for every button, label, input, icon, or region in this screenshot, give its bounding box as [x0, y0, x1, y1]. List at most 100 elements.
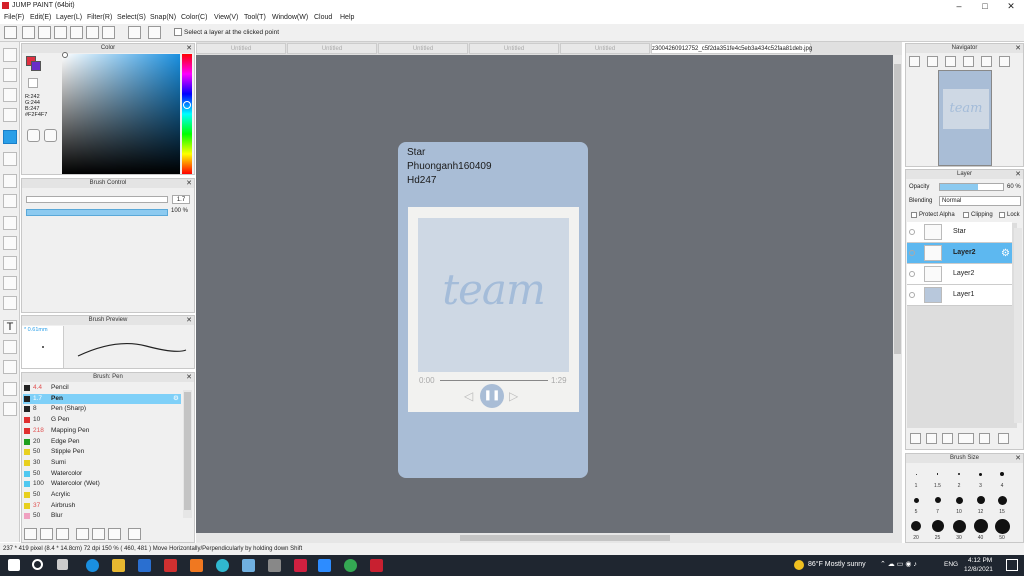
- brush-size-dot[interactable]: [1000, 472, 1004, 476]
- tab-untitled-2[interactable]: Untitled: [287, 43, 377, 54]
- speech-icon[interactable]: [54, 26, 67, 39]
- minimize-button[interactable]: –: [946, 0, 972, 12]
- rectangle-tool-icon[interactable]: [3, 88, 17, 102]
- pen-tool-icon[interactable]: [3, 48, 17, 62]
- edge-icon[interactable]: [86, 559, 99, 572]
- transparent-swatch[interactable]: [28, 78, 38, 88]
- trash-icon[interactable]: [128, 528, 141, 540]
- secondary-color-swatch[interactable]: [31, 61, 41, 71]
- brush-size-dot[interactable]: [994, 518, 1010, 534]
- brush-size-dot[interactable]: [931, 520, 944, 532]
- brush-size-dot[interactable]: [915, 473, 917, 475]
- hue-slider[interactable]: [182, 54, 192, 174]
- tab-untitled-3[interactable]: Untitled: [378, 43, 468, 54]
- zoom-reset-icon[interactable]: [963, 56, 974, 67]
- select-eraser-icon[interactable]: [3, 296, 17, 310]
- navigator-thumbnail[interactable]: team: [938, 70, 992, 166]
- brush-size-slider[interactable]: [26, 196, 168, 203]
- menu-filter[interactable]: Filter(R): [87, 14, 112, 21]
- menu-edit[interactable]: Edit(E): [30, 14, 51, 21]
- file-explorer-icon[interactable]: [112, 559, 125, 572]
- task-view-icon[interactable]: [57, 559, 68, 570]
- fit-icon[interactable]: [945, 56, 956, 67]
- operation-tool-icon[interactable]: [3, 340, 17, 354]
- brush-size-dot[interactable]: [952, 519, 966, 533]
- brush-opacity-slider[interactable]: [26, 209, 168, 216]
- brush-size-dot[interactable]: [997, 495, 1007, 505]
- clock-date[interactable]: 12/8/2021: [964, 566, 993, 573]
- canvas-vertical-scroll-thumb[interactable]: [894, 64, 901, 354]
- rotate-icon[interactable]: [981, 56, 992, 67]
- wand-tool-icon[interactable]: [3, 256, 17, 270]
- close-button[interactable]: ✕: [998, 0, 1024, 12]
- zoom-in-icon[interactable]: [909, 56, 920, 67]
- gear-icon[interactable]: ⚙: [173, 394, 179, 404]
- saturation-value-picker[interactable]: [62, 54, 180, 174]
- new-layer-8bit-icon[interactable]: [926, 433, 937, 444]
- tab-active-image[interactable]: z3004260912752_c5f2da351fe4c5eb3a434c52f…: [651, 43, 812, 54]
- visibility-icon[interactable]: [909, 292, 915, 298]
- redo-icon[interactable]: [148, 26, 161, 39]
- visibility-icon[interactable]: [909, 250, 915, 256]
- language-indicator[interactable]: ENG: [944, 561, 958, 568]
- visibility-icon[interactable]: [909, 229, 915, 235]
- gear-icon[interactable]: ⚙: [1001, 248, 1010, 259]
- brush-item[interactable]: 50 Blur: [23, 511, 181, 521]
- search-icon[interactable]: [32, 559, 43, 570]
- brush-folder-icon[interactable]: [92, 528, 105, 540]
- zoom-icon[interactable]: [318, 559, 331, 572]
- line-tool-icon[interactable]: [3, 108, 17, 122]
- menu-window[interactable]: Window(W): [272, 14, 308, 21]
- brush-add-icon[interactable]: [40, 528, 53, 540]
- fill-shape-icon[interactable]: [3, 152, 17, 166]
- brush-doc-icon[interactable]: [76, 528, 89, 540]
- brush-copy-icon[interactable]: [56, 528, 69, 540]
- brush-item[interactable]: 50 Acrylic: [23, 490, 181, 500]
- select-rect-icon[interactable]: [3, 216, 17, 230]
- tab-untitled-1[interactable]: Untitled: [196, 43, 286, 54]
- layer-row-layer2-selected[interactable]: Layer2 ⚙: [907, 243, 1012, 264]
- brush-item[interactable]: 100 Watercolor (Wet): [23, 479, 181, 489]
- airplane-icon[interactable]: [242, 559, 255, 572]
- add-layer-menu-icon[interactable]: [958, 433, 974, 444]
- layout-icon[interactable]: [86, 26, 99, 39]
- brush-size-dot[interactable]: [913, 497, 919, 503]
- color-sliders-icon[interactable]: [44, 129, 57, 142]
- brush-item[interactable]: 4.4 Pencil: [23, 383, 181, 393]
- brush-item[interactable]: 8 Pen (Sharp): [23, 404, 181, 414]
- brush-size-dot[interactable]: [958, 473, 960, 475]
- weather-text[interactable]: 86°F Mostly sunny: [808, 561, 866, 568]
- eraser-tool-icon[interactable]: [3, 68, 17, 82]
- menu-color[interactable]: Color(C): [181, 14, 207, 21]
- close-icon[interactable]: ✕: [186, 316, 192, 325]
- close-icon[interactable]: ✕: [186, 373, 192, 382]
- brush-size-dot[interactable]: [955, 496, 963, 504]
- zoom-out-icon[interactable]: [927, 56, 938, 67]
- brush-size-dot[interactable]: [979, 472, 982, 476]
- brush-size-dot[interactable]: [973, 519, 988, 533]
- close-icon[interactable]: ✕: [1015, 170, 1021, 179]
- zoom-pen-icon[interactable]: [3, 382, 17, 396]
- clipping-checkbox[interactable]: [963, 212, 969, 218]
- maximize-button[interactable]: □: [972, 0, 998, 12]
- menu-view[interactable]: View(V): [214, 14, 238, 21]
- camera-icon[interactable]: [268, 559, 281, 572]
- jump-paint-taskbar-icon[interactable]: [370, 559, 383, 572]
- move-tool-icon[interactable]: [3, 130, 17, 144]
- brush-item[interactable]: 50 Stipple Pen: [23, 447, 181, 457]
- blending-select[interactable]: Normal: [939, 196, 1021, 206]
- eyedropper-tool-icon[interactable]: [3, 360, 17, 374]
- select-pen-icon[interactable]: [3, 276, 17, 290]
- close-icon[interactable]: ✕: [186, 179, 192, 188]
- brush-list-scroll-thumb[interactable]: [184, 392, 191, 510]
- media-icon[interactable]: [294, 559, 307, 572]
- brush-item[interactable]: 1.7 Pen ⚙: [23, 393, 181, 404]
- menu-file[interactable]: File(F): [4, 14, 24, 21]
- canvas-horizontal-scroll-thumb[interactable]: [460, 535, 670, 541]
- layer-opacity-slider[interactable]: [939, 183, 1004, 191]
- undo-icon[interactable]: [128, 26, 141, 39]
- chrome-icon[interactable]: [344, 559, 357, 572]
- brush-item[interactable]: 37 Airbrush: [23, 501, 181, 511]
- new-layer-1bit-icon[interactable]: [942, 433, 953, 444]
- menu-select[interactable]: Select(S): [117, 14, 146, 21]
